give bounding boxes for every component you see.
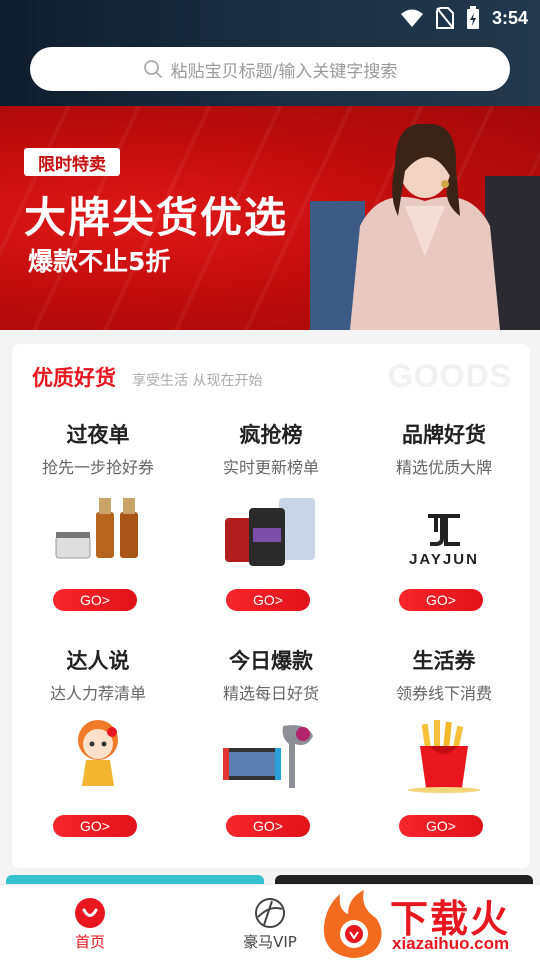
- banner-model-image: [310, 123, 540, 330]
- status-time: 3:54: [491, 7, 528, 28]
- item-title: 今日爆款: [229, 649, 313, 673]
- goods-item-influencer[interactable]: 达人说 达人力荐清单 GO>: [12, 570, 184, 837]
- item-title: 过夜单: [66, 423, 130, 447]
- goods-item-hot[interactable]: 今日爆款 精选每日好货 GO>: [185, 570, 357, 837]
- go-button[interactable]: GO>: [399, 815, 483, 837]
- item-title: 生活券: [412, 649, 476, 673]
- go-button[interactable]: GO>: [53, 815, 137, 837]
- skincare-bottles-image: [55, 498, 138, 559]
- tab-label: 首页: [74, 933, 105, 951]
- watermark-url: xiazaihuo.com: [392, 934, 510, 953]
- goods-item-life[interactable]: 生活券 领券线下消费 GO>: [358, 570, 530, 837]
- search-input[interactable]: 粘贴宝贝标题/输入关键字搜索: [30, 47, 510, 91]
- item-subtitle: 精选优质大牌: [395, 458, 492, 477]
- jayjun-logo-image: JAYJUN: [409, 514, 479, 568]
- header: 3:54 粘贴宝贝标题/输入关键字搜索: [0, 0, 540, 106]
- item-title: 达人说: [66, 649, 130, 673]
- item-subtitle: 领券线下消费: [395, 684, 492, 703]
- goods-item-rush[interactable]: 疯抢榜 实时更新榜单 GO>: [185, 344, 357, 611]
- home-icon: [75, 898, 105, 928]
- fries-image: [408, 720, 480, 793]
- item-title: 品牌好货: [402, 423, 486, 447]
- goods-card: GOODS 优质好货 享受生活 从现在开始 过夜单 抢先一步抢好券 GO> 疯抢…: [12, 344, 530, 868]
- promo-banner[interactable]: 限时特卖 大牌尖货优选 爆款不止5折: [0, 106, 540, 330]
- item-subtitle: 精选每日好货: [222, 684, 319, 703]
- vip-icon: [255, 898, 285, 928]
- banner-tag: 限时特卖: [24, 148, 120, 176]
- item-subtitle: 抢先一步抢好券: [41, 458, 154, 477]
- tab-label: 豪马VIP: [243, 933, 297, 951]
- go-button[interactable]: GO>: [226, 815, 310, 837]
- item-subtitle: 达人力荐清单: [49, 684, 146, 703]
- status-bar: 3:54: [400, 6, 528, 30]
- goods-item-brand[interactable]: 品牌好货 精选优质大牌 JAYJUN GO>: [358, 344, 530, 611]
- switch-dryer-image: [223, 725, 313, 788]
- goods-item-overnight[interactable]: 过夜单 抢先一步抢好券 GO>: [12, 344, 184, 611]
- banner-title: 大牌尖货优选: [24, 193, 289, 242]
- battery-icon: [466, 6, 479, 29]
- protein-tubs-image: [225, 498, 315, 566]
- tab-home[interactable]: 首页: [50, 885, 130, 960]
- item-subtitle: 实时更新榜单: [222, 458, 319, 477]
- search-placeholder: 粘贴宝贝标题/输入关键字搜索: [170, 61, 398, 82]
- site-watermark: 下载火 xiazaihuo.com: [318, 888, 540, 960]
- cartoon-girl-image: [78, 720, 118, 786]
- no-sim-icon: [435, 7, 454, 29]
- jayjun-logo-text: JAYJUN: [409, 551, 479, 568]
- search-icon: [143, 60, 162, 78]
- wifi-icon: [400, 9, 423, 27]
- tab-vip[interactable]: 豪马VIP: [230, 885, 310, 960]
- item-title: 疯抢榜: [239, 423, 303, 447]
- flame-logo-icon: [323, 890, 382, 958]
- banner-subtitle: 爆款不止5折: [28, 247, 171, 276]
